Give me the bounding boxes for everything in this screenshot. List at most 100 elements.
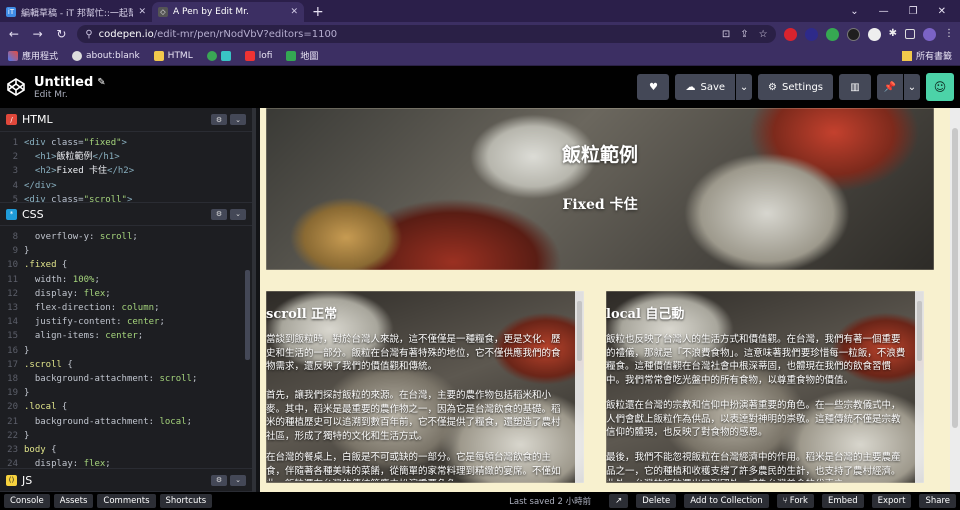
delete-button[interactable]: Delete (636, 494, 677, 508)
codepen-logo-icon[interactable] (6, 77, 26, 97)
code-line[interactable]: 9} (0, 244, 252, 258)
minimize-icon[interactable]: — (879, 6, 889, 17)
html-collapse-icon[interactable]: ⌄ (230, 114, 246, 125)
bookmark-maps[interactable]: 地圖 (286, 49, 318, 62)
code-line[interactable]: 23 body { (0, 443, 252, 457)
close-tab-icon[interactable]: ✕ (290, 7, 298, 17)
settings-button[interactable]: ⚙ Settings (758, 74, 833, 100)
fork-button[interactable]: ⑂ Fork (776, 494, 814, 508)
scroll-card[interactable]: scroll 正常 當談到飯粒時，對於台灣人來說，這不僅僅是一種糧食，更是文化、… (266, 291, 584, 483)
code-line[interactable]: 15 align-items: center; (0, 329, 252, 343)
code-line[interactable]: 12 display: flex; (0, 287, 252, 301)
code-token: ; (105, 288, 111, 299)
code-line[interactable]: 13 flex-direction: column; (0, 301, 252, 315)
code-line[interactable]: 17 .scroll { (0, 358, 252, 372)
scrollbar-thumb[interactable] (577, 301, 582, 361)
share-icon[interactable]: ⇪ (740, 29, 748, 40)
close-tab-icon[interactable]: ✕ (138, 7, 146, 17)
user-avatar[interactable]: ☺ (926, 73, 954, 101)
code-line[interactable]: 5 <div class= "scroll" > (0, 193, 252, 202)
open-external-button[interactable]: ↗ (609, 494, 629, 508)
code-line[interactable]: 1 <div class= "fixed" > (0, 136, 252, 150)
change-view-button[interactable]: ▥ (839, 74, 871, 100)
extension-white-icon[interactable] (867, 27, 881, 41)
extension-dark-icon[interactable] (804, 27, 818, 41)
close-window-icon[interactable]: ✕ (938, 6, 946, 17)
html-settings-icon[interactable]: ⚙ (211, 114, 227, 125)
extension-red-icon[interactable] (783, 27, 797, 41)
code-line[interactable]: 22} (0, 429, 252, 443)
pin-dropdown-button[interactable]: ⌄ (904, 74, 920, 100)
code-line[interactable]: 2 <h1> 飯粒範例 </h1> (0, 150, 252, 164)
back-icon[interactable]: ← (6, 27, 22, 41)
bookmark-star-icon[interactable]: ☆ (759, 29, 768, 40)
code-line[interactable]: 8 overflow-y: scroll; (0, 230, 252, 244)
shortcuts-button[interactable]: Shortcuts (159, 494, 213, 508)
tab-search-icon[interactable]: ⌄ (850, 6, 858, 17)
code-line[interactable]: 18 background-attachment: scroll; (0, 372, 252, 386)
code-line[interactable]: 14 justify-content: center; (0, 315, 252, 329)
reload-icon[interactable]: ↻ (54, 27, 70, 41)
scrollbar-thumb[interactable] (952, 128, 958, 428)
extension-green-icon[interactable] (825, 27, 839, 41)
extension-game-icon[interactable] (846, 27, 860, 41)
preview-scrollbar[interactable] (950, 108, 960, 492)
html-code-editor[interactable]: 1 <div class= "fixed" >2 <h1> 飯粒範例 </h1> 3 <h2… (0, 132, 252, 202)
console-button[interactable]: Console (4, 494, 50, 508)
profile-avatar-icon[interactable] (923, 27, 937, 41)
code-line[interactable]: 3 <h2> Fixed 卡住 </h2> (0, 164, 252, 178)
local-card[interactable]: local 自己動 飯粒也反映了台灣人的生活方式和價值觀。在台灣，我們有著一個重… (606, 291, 924, 483)
js-collapse-icon[interactable]: ⌄ (230, 474, 246, 486)
code-line[interactable]: 16} (0, 344, 252, 358)
pen-title[interactable]: Untitled (34, 75, 93, 90)
all-bookmarks[interactable]: 所有書籤 (901, 49, 952, 62)
site-info-icon[interactable]: ⚲ (85, 29, 92, 40)
save-button[interactable]: ☁ Save (675, 74, 736, 100)
js-settings-icon[interactable]: ⚙ (211, 474, 227, 486)
css-code-editor[interactable]: 8 overflow-y: scroll; 9} 10 .fixed {11 widt… (0, 226, 252, 468)
bookmark-blank[interactable]: about:blank (72, 50, 140, 61)
add-to-collection-button[interactable]: Add to Collection (684, 494, 769, 508)
forward-icon[interactable]: → (30, 27, 46, 41)
code-line[interactable]: 24 display: flex; (0, 457, 252, 468)
bookmark-icons[interactable] (206, 50, 231, 61)
side-panel-icon[interactable] (905, 29, 916, 39)
scrollbar-thumb[interactable] (917, 301, 922, 361)
url-input[interactable]: ⚲ codepen.io/edit-mr/pen/rNodVbV?editors… (77, 25, 776, 43)
css-collapse-icon[interactable]: ⌄ (230, 208, 246, 220)
translate-icon[interactable]: ⊡ (722, 29, 730, 40)
code-line[interactable]: 20 .local { (0, 400, 252, 414)
heart-button[interactable]: ♥ (637, 74, 670, 100)
css-editor-scrollbar[interactable] (245, 270, 250, 360)
code-line[interactable]: 19} (0, 386, 252, 400)
pen-author[interactable]: Edit Mr. (34, 90, 106, 100)
save-dropdown-button[interactable]: ⌄ (736, 74, 753, 100)
bookmark-apps[interactable]: 應用程式 (8, 49, 58, 62)
assets-button[interactable]: Assets (53, 494, 94, 508)
css-settings-icon[interactable]: ⚙ (211, 208, 227, 220)
menu-dots-icon[interactable]: ⋮ (944, 28, 954, 41)
js-editor-tab[interactable]: () JS (6, 474, 32, 487)
save-label: Save (700, 81, 726, 93)
local-card-scrollbar[interactable] (915, 291, 924, 483)
code-line[interactable]: 10 .fixed { (0, 258, 252, 272)
maximize-icon[interactable]: ❐ (909, 6, 918, 17)
html-editor-tab[interactable]: / HTML (6, 113, 53, 126)
scroll-card-scrollbar[interactable] (575, 291, 584, 483)
code-line[interactable]: 11 width: 100%; (0, 273, 252, 287)
bookmark-lofi[interactable]: lofi (244, 50, 272, 61)
code-line[interactable]: 21 background-attachment: local; (0, 415, 252, 429)
browser-tab-1[interactable]: iT 編輯草稿 - iT 邦幫忙::一起幫忙解 ✕ (0, 2, 152, 22)
pin-button[interactable]: 📌 (877, 74, 903, 100)
edit-pencil-icon[interactable]: ✎ (97, 77, 105, 88)
extensions-puzzle-icon[interactable]: ✱ (889, 28, 897, 41)
css-editor-tab[interactable]: * CSS (6, 208, 44, 221)
export-button[interactable]: Export (871, 494, 912, 508)
new-tab-icon[interactable]: + (304, 2, 332, 22)
browser-tab-2[interactable]: ◇ A Pen by Edit Mr. ✕ (152, 2, 304, 22)
bookmark-html[interactable]: HTML (153, 50, 193, 61)
code-line[interactable]: 4 </div> (0, 179, 252, 193)
share-button[interactable]: Share (919, 494, 956, 508)
comments-button[interactable]: Comments (97, 494, 156, 508)
embed-button[interactable]: Embed (821, 494, 864, 508)
